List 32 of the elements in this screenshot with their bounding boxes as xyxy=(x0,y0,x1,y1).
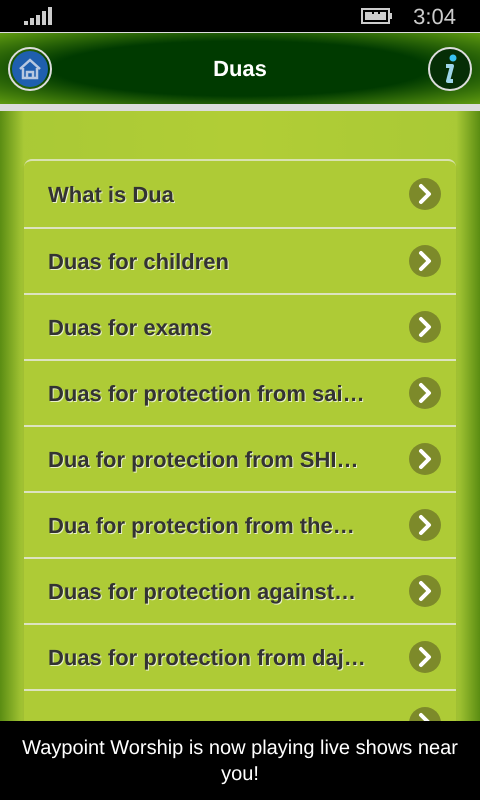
battery-charging-icon xyxy=(361,8,394,24)
home-button[interactable] xyxy=(8,46,52,90)
item-label: Duas for protection against… xyxy=(48,578,356,606)
list-item[interactable]: Duas for protection against… xyxy=(24,557,456,623)
list-item[interactable]: Duas for exams xyxy=(24,293,456,359)
item-label: Duas for exams xyxy=(48,314,212,342)
item-label: Duas for protection from daj… xyxy=(48,644,366,672)
chevron-right-icon[interactable] xyxy=(408,177,442,211)
item-label: Duas for children xyxy=(48,248,229,276)
item-label: Dua for protection from the… xyxy=(48,512,355,540)
clock-time: 3:04 xyxy=(413,2,456,30)
chevron-right-icon[interactable] xyxy=(408,376,442,410)
chevron-right-icon[interactable] xyxy=(408,310,442,344)
chevron-right-icon[interactable] xyxy=(408,574,442,608)
list-item[interactable]: Duas for children xyxy=(24,227,456,293)
list-item[interactable]: Duas for protection from daj… xyxy=(24,623,456,689)
chevron-right-icon[interactable] xyxy=(408,508,442,542)
item-label: What is Dua xyxy=(48,180,174,208)
chevron-right-icon[interactable] xyxy=(408,244,442,278)
signal-icon xyxy=(24,6,54,26)
chevron-right-icon[interactable] xyxy=(408,442,442,476)
item-label: Duas for protection from sai… xyxy=(48,380,365,408)
page-title: Duas xyxy=(213,55,267,83)
chevron-right-icon[interactable] xyxy=(408,640,442,674)
item-label: Dua for protection from SHI… xyxy=(48,446,358,474)
list-item[interactable]: Dua for protection from SHI… xyxy=(24,425,456,491)
list-item[interactable]: Duas for protection from sai… xyxy=(24,359,456,425)
info-button[interactable] xyxy=(428,46,472,90)
list-item[interactable]: What is Dua xyxy=(24,161,456,227)
list-item[interactable]: Dua for protection from the… xyxy=(24,491,456,557)
toast-message: Waypoint Worship is now playing live shows near you! xyxy=(21,736,459,786)
house-icon xyxy=(12,50,48,86)
